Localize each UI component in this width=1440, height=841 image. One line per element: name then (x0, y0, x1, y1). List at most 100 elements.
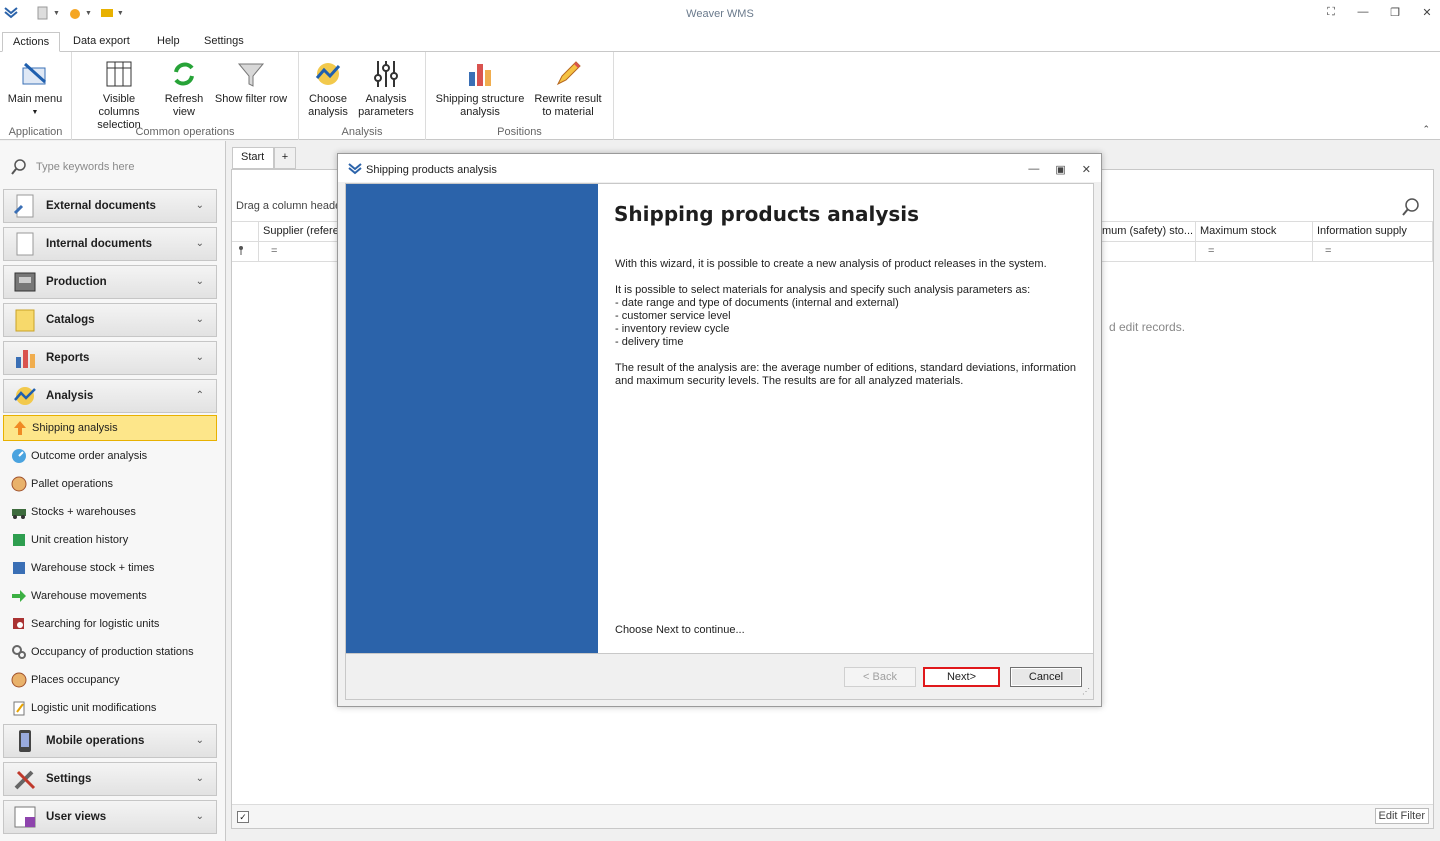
user-views-icon (14, 806, 36, 828)
close-icon[interactable]: ✕ (1082, 163, 1091, 176)
tab-data-export[interactable]: Data export (63, 32, 140, 52)
dialog-window-controls: — ▣ ✕ (1028, 163, 1091, 176)
param-item: - date range and type of documents (inte… (615, 297, 899, 309)
tab-help[interactable]: Help (147, 32, 190, 52)
nav-item-warehouse-movements[interactable]: Warehouse movements (3, 583, 217, 609)
nav-item-label: Outcome order analysis (31, 450, 148, 462)
nav-item-label: Logistic unit modifications (31, 702, 157, 714)
edit-document-icon (13, 701, 25, 716)
search-box-icon (13, 618, 24, 629)
column-header-supplier[interactable]: Supplier (refere (259, 222, 339, 242)
nav-item-occupancy-production-stations[interactable]: Occupancy of production stations (3, 639, 217, 665)
minimize-icon[interactable]: — (1028, 163, 1039, 176)
pencil-icon (556, 61, 581, 86)
show-filter-row-button[interactable]: Show filter row (212, 58, 290, 106)
search-icon[interactable] (1401, 197, 1421, 217)
analysis-parameters-button[interactable]: Analysis parameters (355, 58, 417, 119)
nav-group-internal-documents[interactable]: Internal documents ⌄ (3, 227, 217, 261)
nav-group-production[interactable]: Production ⌄ (3, 265, 217, 299)
nav-group-user-views[interactable]: User views ⌄ (3, 800, 217, 834)
column-header-maximum-stock[interactable]: Maximum stock (1196, 222, 1313, 242)
nav-item-label: Warehouse movements (31, 590, 147, 602)
restore-icon[interactable]: ❐ (1388, 5, 1402, 19)
nav-item-label: Warehouse stock + times (31, 562, 155, 574)
filter-cell-maximum-stock[interactable]: = (1196, 242, 1313, 262)
nav-group-settings[interactable]: Settings ⌄ (3, 762, 217, 796)
navigation-pane: Type keywords here External documents ⌄ I… (0, 141, 226, 841)
rewrite-result-button[interactable]: Rewrite result to material (530, 58, 606, 119)
column-header-information-supply[interactable]: Information supply (1313, 222, 1433, 242)
nav-item-label: Stocks + warehouses (31, 506, 136, 518)
chevron-down-icon: ⌄ (195, 314, 204, 325)
nav-group-catalogs[interactable]: Catalogs ⌄ (3, 303, 217, 337)
filter-enabled-checkbox[interactable]: ✓ (237, 811, 249, 823)
analysis-icon (14, 387, 36, 405)
bar-chart-icon (16, 350, 35, 368)
nav-item-places-occupancy[interactable]: Places occupancy (3, 667, 217, 693)
collapse-ribbon-icon[interactable]: ⌃ (1422, 124, 1430, 135)
pallet-icon (11, 672, 27, 688)
nav-item-warehouse-stock-times[interactable]: Warehouse stock + times (3, 555, 217, 581)
group-label-common: Common operations (135, 126, 235, 138)
fullscreen-icon[interactable]: ⛶ (1324, 5, 1338, 19)
shipping-structure-button[interactable]: Shipping structure analysis (432, 58, 528, 119)
minimize-icon[interactable]: — (1356, 5, 1370, 19)
green-grid-icon (13, 534, 25, 546)
add-tab-button[interactable]: + (274, 147, 296, 169)
choose-analysis-button[interactable]: Choose analysis (305, 58, 351, 119)
tab-start[interactable]: Start (232, 147, 274, 169)
filter-cell-supplier[interactable]: = (259, 242, 339, 262)
nav-search[interactable]: Type keywords here (10, 157, 210, 177)
filter-cell-min-safety-stock[interactable] (1098, 242, 1196, 262)
nav-item-logistic-unit-modifications[interactable]: Logistic unit modifications (3, 695, 217, 721)
chevron-down-icon: ▼ (31, 109, 39, 116)
ribbon-group-common: Visible columns selection Refresh view S… (72, 52, 299, 140)
rewrite-result-label: Rewrite result to material (534, 93, 602, 118)
ribbon-group-positions: Shipping structure analysis Rewrite resu… (426, 52, 614, 140)
nav-item-stocks-warehouses[interactable]: Stocks + warehouses (3, 499, 217, 525)
nav-item-shipping-analysis[interactable]: Shipping analysis (3, 415, 217, 441)
wizard-result: The result of the analysis are: the aver… (615, 362, 1077, 387)
nav-item-unit-creation-history[interactable]: Unit creation history (3, 527, 217, 553)
chevron-down-icon: ⌄ (195, 352, 204, 363)
resize-grip-icon[interactable]: ⋰ (1082, 687, 1090, 696)
nav-item-outcome-order-analysis[interactable]: Outcome order analysis (3, 443, 217, 469)
param-item: - customer service level (615, 310, 731, 322)
chevron-down-icon: ⌄ (195, 773, 204, 784)
ribbon: Main menu ▼ Application Visible columns … (0, 52, 1440, 140)
nav-group-label: Reports (46, 352, 90, 364)
edit-filter-button[interactable]: Edit Filter (1374, 808, 1429, 824)
nav-item-searching-logistic-units[interactable]: Searching for logistic units (3, 611, 217, 637)
ribbon-group-analysis: Choose analysis Analysis parameters Anal… (299, 52, 426, 140)
empty-grid-message: d edit records. (1109, 320, 1186, 334)
visible-columns-button[interactable]: Visible columns selection (82, 58, 156, 132)
chevron-up-icon: ⌃ (195, 390, 204, 401)
column-header-min-safety-stock[interactable]: mum (safety) sto... (1098, 222, 1196, 242)
tab-actions[interactable]: Actions (2, 32, 61, 52)
pallet-icon (11, 476, 27, 492)
nav-group-reports[interactable]: Reports ⌄ (3, 341, 217, 375)
back-button[interactable]: < Back (844, 667, 916, 687)
tab-settings[interactable]: Settings (194, 32, 254, 52)
nav-item-label: Occupancy of production stations (31, 646, 194, 658)
wizard-intro: With this wizard, it is possible to crea… (615, 258, 1047, 270)
arrow-up-icon (14, 421, 26, 435)
nav-item-pallet-operations[interactable]: Pallet operations (3, 471, 217, 497)
maximize-icon[interactable]: ▣ (1055, 163, 1065, 176)
nav-group-label: User views (46, 811, 107, 823)
window-controls: ⛶ — ❐ ✕ (1324, 5, 1434, 19)
nav-group-mobile-operations[interactable]: Mobile operations ⌄ (3, 724, 217, 758)
nav-item-label: Places occupancy (31, 674, 120, 686)
main-menu-button[interactable]: Main menu ▼ (4, 58, 66, 119)
refresh-view-button[interactable]: Refresh view (162, 58, 206, 119)
params-intro: It is possible to select materials for a… (615, 284, 1031, 296)
next-button[interactable]: Next> (923, 667, 1000, 687)
nav-item-label: Unit creation history (31, 534, 129, 546)
close-icon[interactable]: ✕ (1420, 5, 1434, 19)
filter-cell-information-supply[interactable]: = (1313, 242, 1433, 262)
nav-group-analysis[interactable]: Analysis ⌃ (3, 379, 217, 413)
nav-group-external-documents[interactable]: External documents ⌄ (3, 189, 217, 223)
cancel-button[interactable]: Cancel (1010, 667, 1082, 687)
window-title: Weaver WMS (686, 8, 754, 20)
dialog-footer: < Back Next> Cancel ⋰ (345, 654, 1094, 700)
